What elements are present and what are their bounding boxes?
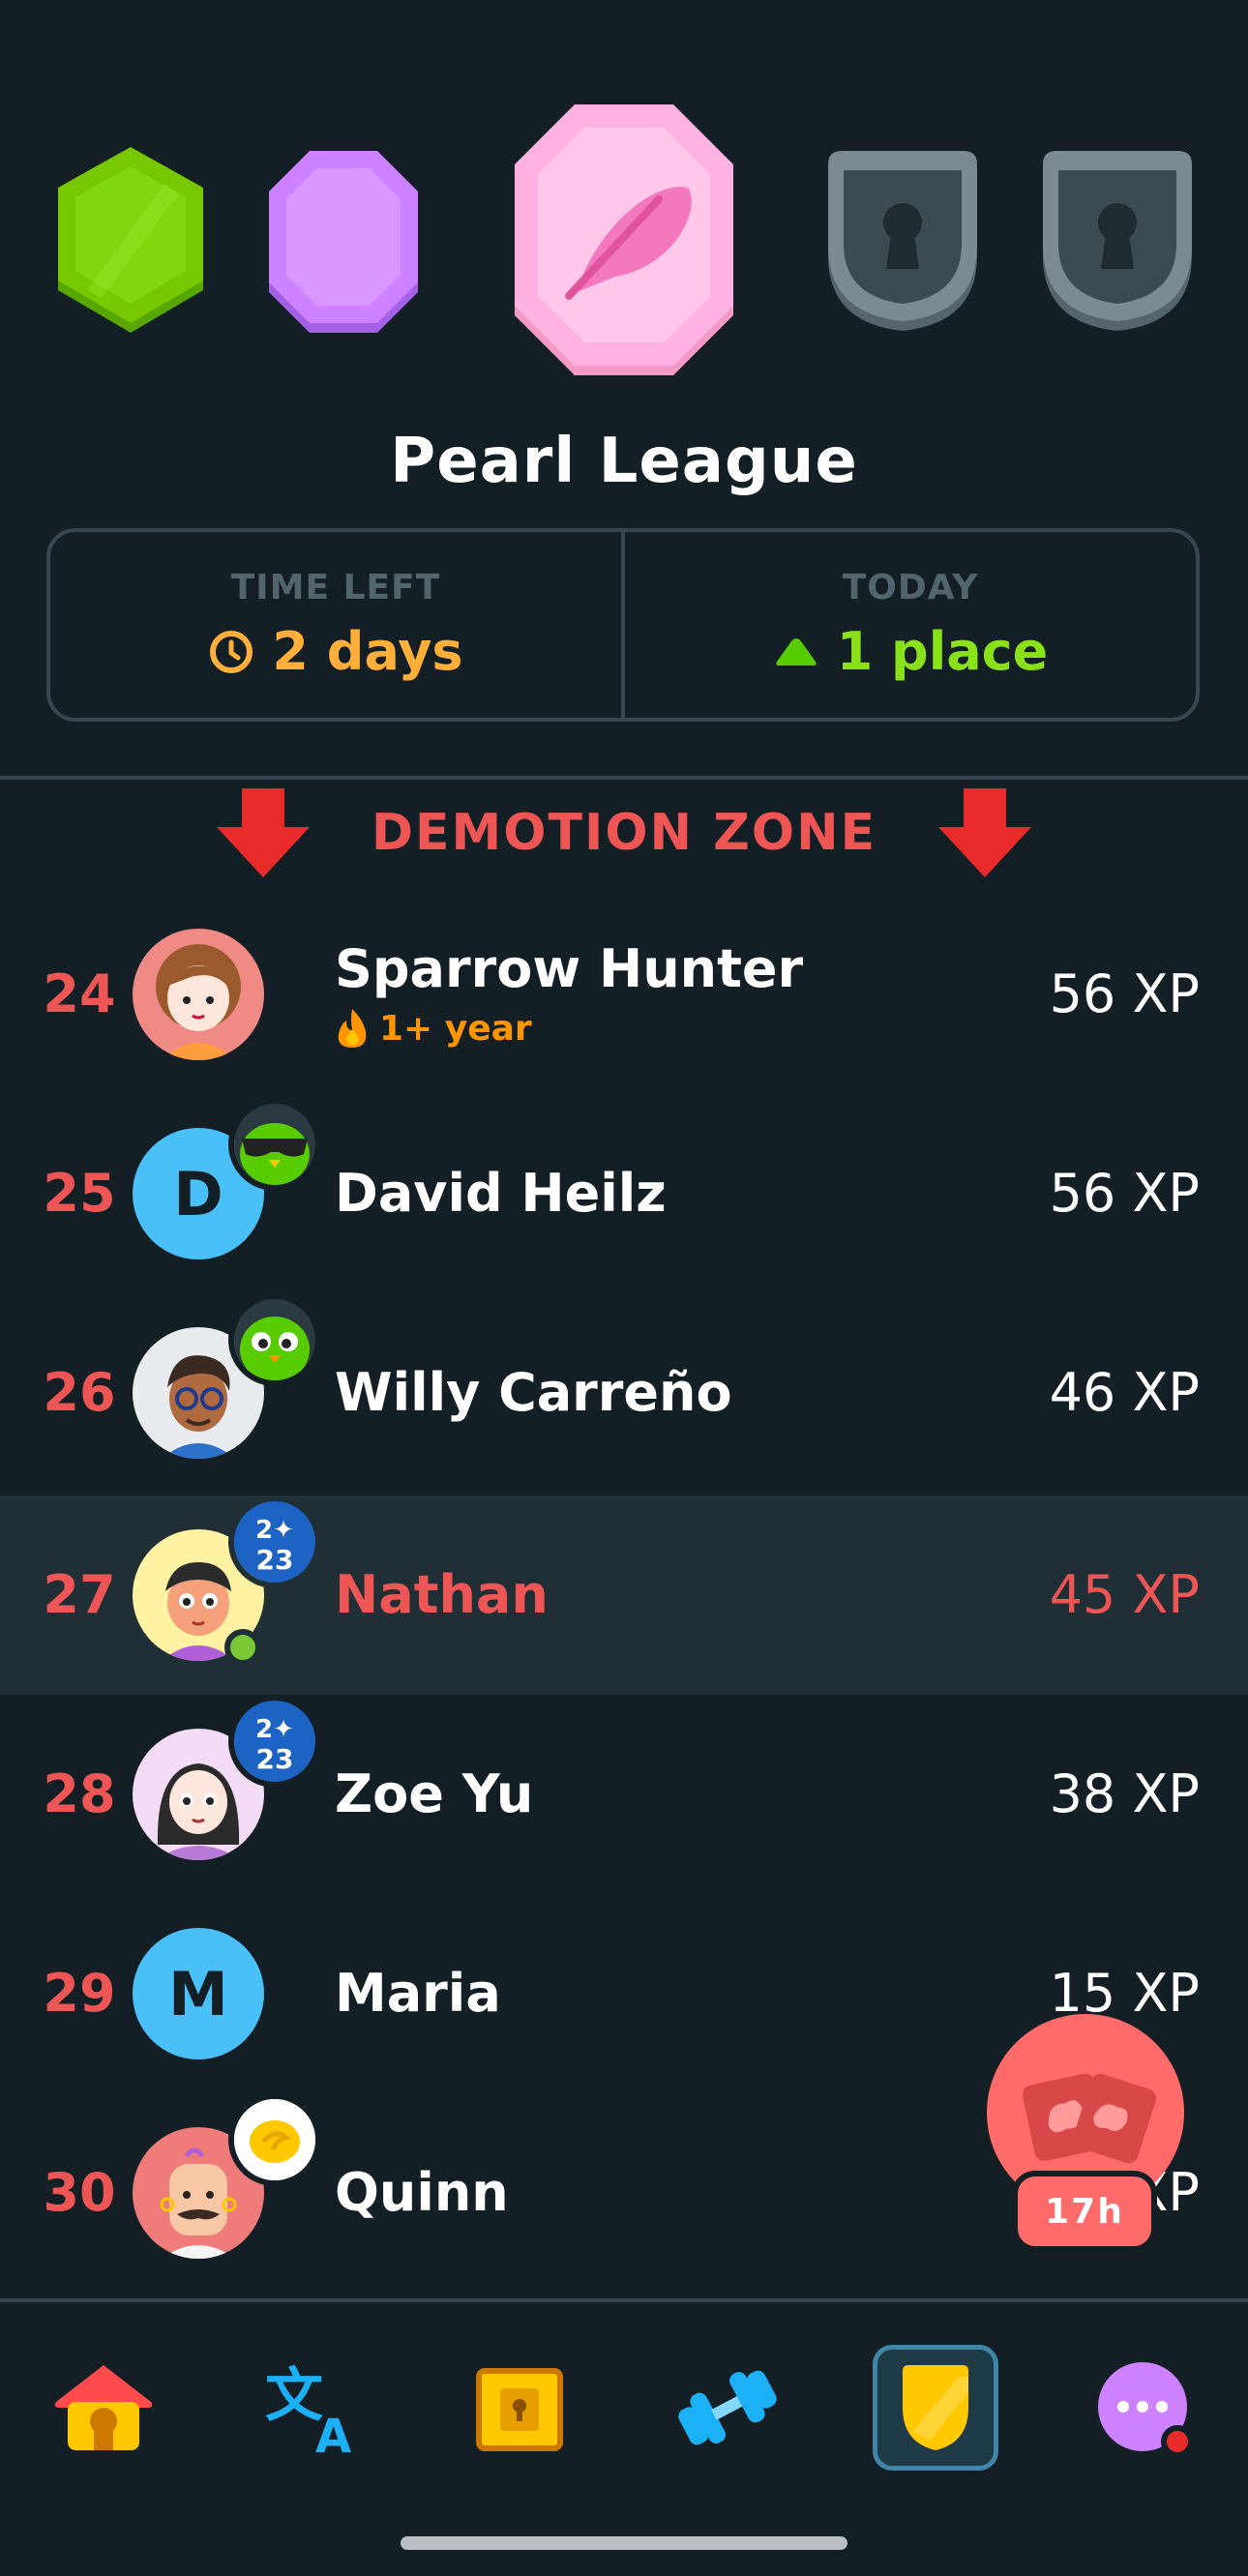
home-indicator bbox=[401, 2536, 847, 2550]
translate-icon: 文 A bbox=[265, 2362, 351, 2456]
nav-practice[interactable] bbox=[665, 2345, 790, 2471]
user-avatar-image bbox=[133, 929, 264, 1060]
streak-label: 1+ year bbox=[335, 1007, 532, 1050]
demotion-zone-header: DEMOTION ZONE bbox=[0, 780, 1248, 886]
sparkle-2023-icon: 2✦ 23 bbox=[234, 1701, 315, 1782]
xp-value: 38 XP bbox=[1049, 1763, 1200, 1824]
leaderboard-row[interactable]: 26 Willy Carreño 46 XP bbox=[0, 1293, 1248, 1493]
xp-value: 45 XP bbox=[1049, 1564, 1200, 1625]
chest-timer-badge: 17h bbox=[1012, 2171, 1157, 2252]
rank-number: 28 bbox=[43, 1763, 116, 1824]
svg-text:2✦: 2✦ bbox=[255, 1516, 294, 1545]
year-2023-badge: 2✦ 23 bbox=[228, 1495, 321, 1588]
owl-sunglasses-icon bbox=[234, 1104, 315, 1185]
amethyst-league-badge bbox=[269, 151, 418, 333]
user-name: David Heilz bbox=[335, 1163, 667, 1224]
pearl-league-badge bbox=[515, 104, 733, 375]
down-arrow-icon bbox=[216, 788, 310, 877]
clock-icon bbox=[210, 630, 253, 673]
treasure-chest-icon bbox=[476, 2368, 563, 2451]
rank-number: 29 bbox=[43, 1963, 116, 2024]
coin-icon bbox=[234, 2099, 315, 2180]
green-owl-badge bbox=[228, 1293, 321, 1386]
owl-icon bbox=[234, 1299, 315, 1380]
time-left-value: 2 days bbox=[272, 621, 463, 682]
xp-value: 46 XP bbox=[1049, 1362, 1200, 1423]
user-name: Willy Carreño bbox=[335, 1362, 732, 1423]
shield-icon bbox=[903, 2365, 968, 2450]
today-value: 1 place bbox=[836, 621, 1049, 682]
rank-number: 24 bbox=[43, 963, 116, 1024]
online-status-indicator bbox=[224, 1629, 261, 1666]
xp-value: 56 XP bbox=[1049, 1163, 1200, 1224]
dumbbell-icon bbox=[678, 2370, 777, 2445]
time-left-value-wrap: 2 days bbox=[208, 621, 463, 682]
bottom-navigation: 文 A bbox=[0, 2298, 1248, 2576]
rank-number: 25 bbox=[43, 1163, 116, 1224]
leaderboard-row-current-user[interactable]: 27 2✦ 23 Nathan 45 XP bbox=[0, 1495, 1248, 1695]
svg-text:文: 文 bbox=[265, 2362, 323, 2430]
sparkle-2023-icon: 2✦ 23 bbox=[234, 1501, 315, 1583]
time-left-label: TIME LEFT bbox=[230, 568, 441, 607]
today-cell: TODAY 1 place bbox=[621, 532, 1196, 718]
emerald-league-badge bbox=[58, 147, 203, 333]
user-name: Zoe Yu bbox=[335, 1763, 534, 1824]
today-value-wrap: 1 place bbox=[773, 621, 1049, 682]
today-label: TODAY bbox=[842, 568, 979, 607]
nav-languages[interactable]: 文 A bbox=[249, 2345, 374, 2471]
xp-value: 56 XP bbox=[1049, 963, 1200, 1024]
streak-text: 1+ year bbox=[379, 1008, 532, 1049]
user-name: Quinn bbox=[335, 2162, 509, 2223]
svg-text:2✦: 2✦ bbox=[255, 1715, 294, 1744]
home-icon bbox=[54, 2365, 153, 2450]
svg-text:23: 23 bbox=[256, 1743, 294, 1775]
svg-text:A: A bbox=[315, 2410, 351, 2456]
league-badges bbox=[0, 87, 1248, 397]
locked-league-badge bbox=[828, 151, 977, 331]
down-arrow-icon bbox=[938, 788, 1032, 877]
avatar[interactable]: M bbox=[133, 1928, 264, 2059]
svg-text:23: 23 bbox=[256, 1544, 294, 1576]
league-stats-panel: TIME LEFT 2 days TODAY 1 place bbox=[46, 528, 1200, 722]
gold-coin-badge bbox=[228, 2093, 321, 2186]
up-arrow-icon bbox=[776, 637, 817, 666]
rank-number: 27 bbox=[43, 1564, 116, 1625]
user-name: Nathan bbox=[335, 1564, 549, 1625]
locked-league-badge bbox=[1043, 151, 1192, 331]
nav-more[interactable] bbox=[1081, 2345, 1206, 2471]
demotion-zone-label: DEMOTION ZONE bbox=[371, 804, 877, 862]
leaderboard-row[interactable]: 28 2✦ 23 Zoe Yu 38 XP bbox=[0, 1695, 1248, 1894]
leaderboard-row[interactable]: 24 Sparrow Hunter 1+ year 56 XP bbox=[0, 895, 1248, 1094]
league-title: Pearl League bbox=[390, 426, 858, 497]
avatar[interactable] bbox=[133, 929, 264, 1060]
time-left-cell: TIME LEFT 2 days bbox=[50, 532, 621, 718]
year-2023-badge: 2✦ 23 bbox=[228, 1695, 321, 1788]
nav-leaderboards[interactable] bbox=[873, 2345, 998, 2471]
user-name: Sparrow Hunter bbox=[335, 938, 804, 999]
rank-number: 26 bbox=[43, 1362, 116, 1423]
nav-chest[interactable] bbox=[457, 2345, 582, 2471]
rank-number: 30 bbox=[43, 2162, 116, 2223]
user-name: Maria bbox=[335, 1963, 501, 2024]
nav-home[interactable] bbox=[41, 2345, 166, 2471]
leaderboard-row[interactable]: 25 D David Heilz 56 XP bbox=[0, 1094, 1248, 1293]
flame-icon bbox=[338, 1009, 367, 1048]
sunglasses-owl-badge bbox=[228, 1098, 321, 1191]
more-icon bbox=[1098, 2362, 1194, 2458]
